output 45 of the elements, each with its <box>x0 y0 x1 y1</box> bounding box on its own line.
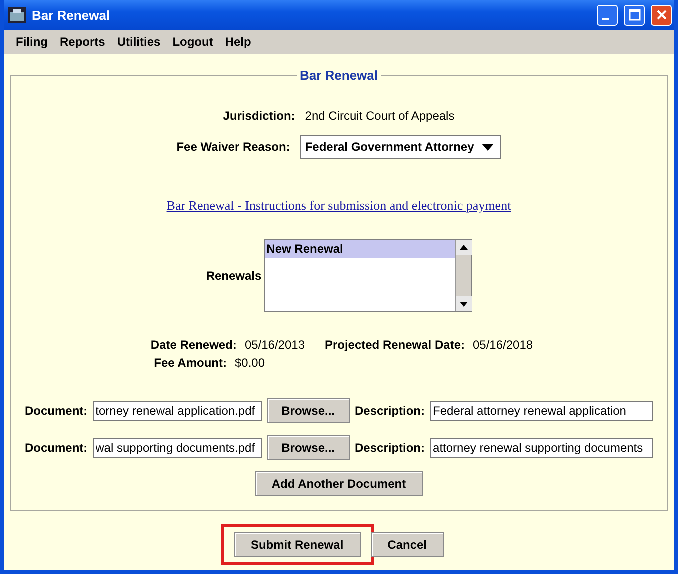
field-label: Jurisdiction: <box>223 109 296 123</box>
description-field[interactable]: attorney renewal supporting documents <box>430 438 654 458</box>
app-icon <box>8 7 26 23</box>
menu-item[interactable]: Reports <box>54 35 112 49</box>
add-document-button[interactable]: Add Another Document <box>254 471 424 496</box>
fee-waiver-dropdown[interactable]: Federal Government Attorney <box>300 135 502 159</box>
dialog-button[interactable]: Cancel <box>370 532 444 557</box>
field-value: 2nd Circuit Court of Appeals <box>305 109 455 123</box>
field-value: $0.00 <box>235 356 266 370</box>
maximize-button[interactable] <box>624 4 645 26</box>
menu-item[interactable]: Logout <box>166 35 220 49</box>
document-field[interactable]: wal supporting documents.pdf <box>92 438 262 458</box>
field-label: Fee Waiver Reason: <box>176 140 290 154</box>
renewals-list[interactable]: New Renewal <box>264 239 472 312</box>
group-title: Bar Renewal <box>298 68 380 83</box>
browse-button[interactable]: Browse... <box>266 398 350 423</box>
scroll-down-icon[interactable] <box>456 296 472 311</box>
description-field[interactable]: Federal attorney renewal application <box>430 400 654 420</box>
field-label: Renewals <box>206 268 262 282</box>
instructions-link[interactable]: Bar Renewal - Instructions for submission and electronic payment <box>166 198 512 214</box>
field-label: Document: <box>24 404 88 418</box>
menu-item[interactable]: Utilities <box>111 35 167 49</box>
minimize-icon <box>602 18 609 20</box>
scrollbar[interactable] <box>454 240 471 311</box>
document-field[interactable]: torney renewal application.pdf <box>92 400 262 420</box>
field-value: 05/16/2018 <box>472 338 534 352</box>
browse-button[interactable]: Browse... <box>266 435 350 460</box>
minimize-button[interactable] <box>597 4 618 26</box>
field-label: Projected Renewal Date: <box>324 338 465 352</box>
field-label: Fee Amount: <box>153 356 227 370</box>
close-icon <box>656 9 668 21</box>
field-label: Document: <box>24 440 88 454</box>
maximize-icon <box>628 9 640 21</box>
close-button[interactable] <box>651 4 672 26</box>
dialog-button[interactable]: Submit Renewal <box>234 532 361 557</box>
list-item[interactable]: New Renewal <box>264 240 455 258</box>
window-title: Bar Renewal <box>32 8 112 22</box>
field-label: Description: <box>355 404 426 418</box>
field-label: Description: <box>355 440 426 454</box>
menu-item[interactable]: Filing <box>10 35 54 49</box>
field-value: 05/16/2013 <box>244 338 306 352</box>
menu-item[interactable]: Help <box>219 35 258 49</box>
caret-icon <box>482 144 494 150</box>
field-label: Date Renewed: <box>150 338 237 352</box>
scroll-up-icon[interactable] <box>456 240 472 255</box>
